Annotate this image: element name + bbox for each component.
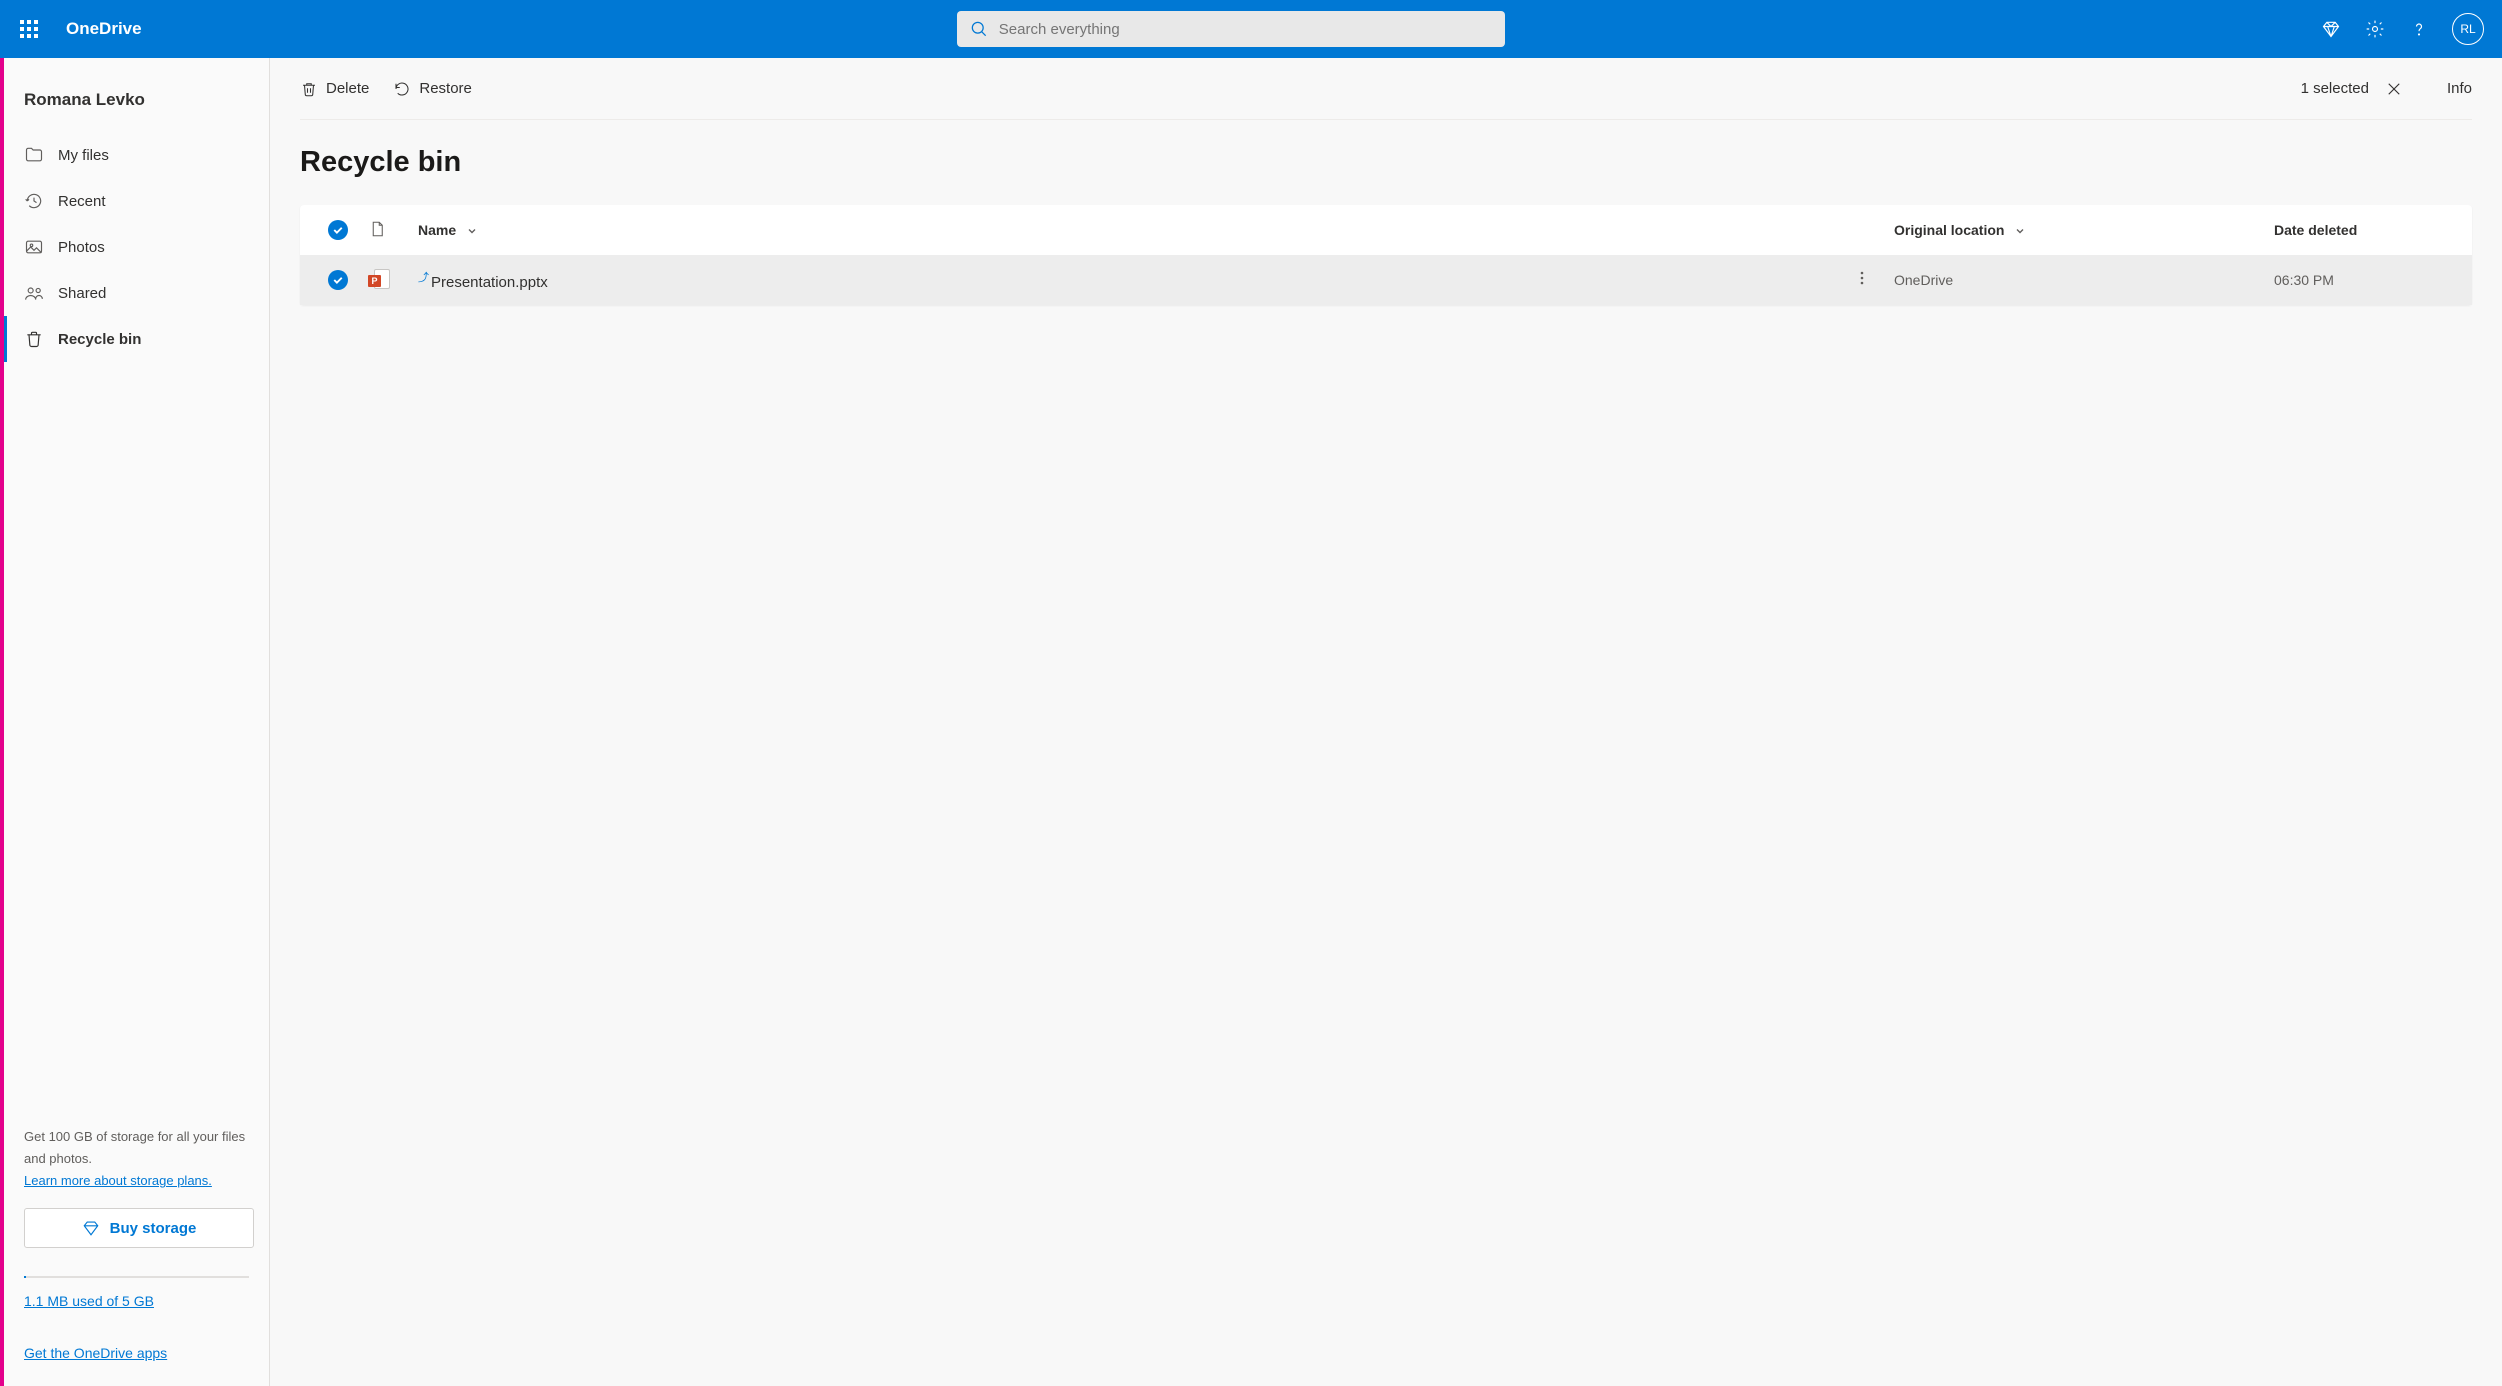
- file-name-cell[interactable]: ⤴Presentation.pptx: [418, 269, 1854, 291]
- restore-label: Restore: [419, 80, 472, 97]
- location-column-header[interactable]: Original location: [1894, 222, 2274, 238]
- waffle-icon: [20, 20, 38, 38]
- more-vertical-icon: [1854, 270, 1870, 286]
- history-icon: [24, 191, 44, 211]
- close-icon: [2385, 80, 2403, 98]
- sidebar-item-label: Recent: [58, 193, 106, 210]
- header-center: [142, 11, 2320, 47]
- pptx-icon: P: [368, 269, 390, 291]
- settings-icon[interactable]: [2364, 18, 2386, 40]
- clear-selection-button[interactable]: [2385, 80, 2403, 98]
- sidebar-item-label: Photos: [58, 239, 105, 256]
- delete-label: Delete: [326, 80, 369, 97]
- location-column-label: Original location: [1894, 222, 2004, 238]
- folder-icon: [24, 145, 44, 165]
- file-table: Name Original location Date deleted: [300, 205, 2472, 305]
- sidebar-item-photos[interactable]: Photos: [4, 224, 269, 270]
- sidebar-item-label: My files: [58, 147, 109, 164]
- user-name: Romana Levko: [4, 78, 269, 132]
- recycle-icon: [24, 329, 44, 349]
- sidebar: Romana Levko My files Recent Photos Shar…: [4, 58, 270, 1386]
- premium-icon[interactable]: [2320, 18, 2342, 40]
- buy-storage-button[interactable]: Buy storage: [24, 1208, 254, 1248]
- file-icon: [368, 220, 386, 238]
- sidebar-footer: Get 100 GB of storage for all your files…: [4, 1126, 269, 1386]
- trash-icon: [300, 80, 318, 98]
- info-label: Info: [2447, 80, 2472, 97]
- chevron-down-icon: [466, 224, 478, 236]
- file-name: Presentation.pptx: [431, 274, 548, 291]
- table-row[interactable]: P ⤴Presentation.pptx OneDrive 06:30 PM: [300, 255, 2472, 305]
- app-name[interactable]: OneDrive: [58, 19, 142, 39]
- app-header: OneDrive RL: [0, 0, 2502, 58]
- table-header: Name Original location Date deleted: [300, 205, 2472, 255]
- storage-plans-link[interactable]: Learn more about storage plans.: [24, 1173, 212, 1188]
- more-actions-button[interactable]: [1854, 270, 1894, 290]
- file-type-icon: P: [368, 269, 418, 291]
- sidebar-item-label: Shared: [58, 285, 106, 302]
- info-button[interactable]: Info: [2439, 80, 2472, 97]
- header-right: RL: [2320, 13, 2502, 45]
- photo-icon: [24, 237, 44, 257]
- file-type-column[interactable]: [368, 220, 418, 241]
- app-launcher-button[interactable]: [0, 0, 58, 58]
- file-date: 06:30 PM: [2274, 272, 2464, 288]
- storage-promo-text: Get 100 GB of storage for all your files…: [24, 1126, 249, 1170]
- name-column-header[interactable]: Name: [418, 222, 1854, 238]
- restore-icon: [393, 80, 411, 98]
- chevron-down-icon: [2014, 224, 2026, 236]
- shared-indicator-icon: ⤴: [418, 272, 429, 284]
- storage-meter: [24, 1276, 249, 1278]
- help-icon[interactable]: [2408, 18, 2430, 40]
- diamond-icon: [82, 1219, 100, 1237]
- file-location: OneDrive: [1894, 272, 2274, 288]
- get-apps-link[interactable]: Get the OneDrive apps: [24, 1342, 249, 1366]
- buy-storage-label: Buy storage: [110, 1220, 197, 1237]
- people-icon: [24, 283, 44, 303]
- sidebar-item-recycle-bin[interactable]: Recycle bin: [4, 316, 269, 362]
- restore-button[interactable]: Restore: [393, 80, 472, 98]
- nav: My files Recent Photos Shared Recycle bi…: [4, 132, 269, 1126]
- page-title: Recycle bin: [300, 120, 2472, 205]
- sidebar-item-my-files[interactable]: My files: [4, 132, 269, 178]
- sidebar-item-label: Recycle bin: [58, 331, 141, 348]
- search-icon: [969, 19, 989, 39]
- date-column-label: Date deleted: [2274, 222, 2357, 238]
- search-box[interactable]: [957, 11, 1505, 47]
- date-column-header[interactable]: Date deleted: [2274, 222, 2464, 238]
- delete-button[interactable]: Delete: [300, 80, 369, 98]
- main-content: Delete Restore 1 selected Info Recycle b…: [270, 58, 2502, 1386]
- sidebar-item-shared[interactable]: Shared: [4, 270, 269, 316]
- select-all-checkbox[interactable]: [328, 220, 348, 240]
- search-input[interactable]: [999, 21, 1493, 38]
- command-bar: Delete Restore 1 selected Info: [300, 58, 2472, 120]
- row-checkbox[interactable]: [328, 270, 348, 290]
- name-column-label: Name: [418, 222, 456, 238]
- storage-used-link[interactable]: 1.1 MB used of 5 GB: [24, 1293, 154, 1309]
- sidebar-item-recent[interactable]: Recent: [4, 178, 269, 224]
- selection-count: 1 selected: [2301, 80, 2369, 97]
- avatar[interactable]: RL: [2452, 13, 2484, 45]
